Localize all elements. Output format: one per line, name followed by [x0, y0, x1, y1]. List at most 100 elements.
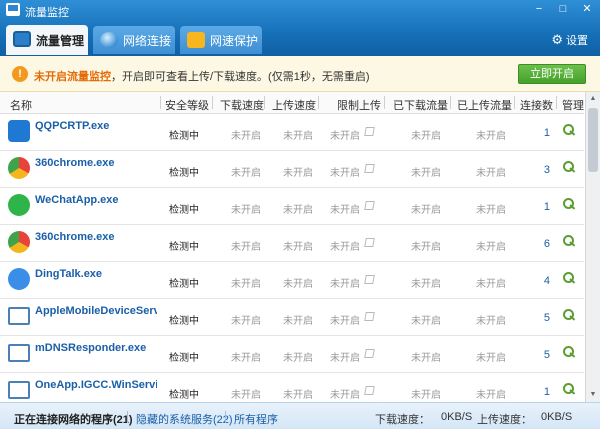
- security-level: 检测中: [169, 390, 199, 401]
- filter-all-programs[interactable]: 所有程序: [234, 411, 278, 427]
- edit-limit-icon[interactable]: [364, 201, 375, 210]
- edit-limit-icon[interactable]: [364, 386, 375, 395]
- column-manage[interactable]: 管理: [562, 97, 584, 113]
- column-upload-limit[interactable]: 限制上传: [337, 97, 381, 113]
- 360-chrome-icon: [8, 157, 30, 179]
- downloaded-traffic: 未开启: [411, 353, 441, 364]
- column-divider[interactable]: [556, 96, 557, 109]
- manage-key-icon[interactable]: [563, 272, 577, 286]
- edit-limit-icon[interactable]: [364, 238, 375, 247]
- scroll-down-arrow-icon[interactable]: ▼: [586, 388, 600, 402]
- column-connections[interactable]: 连接数: [520, 97, 553, 113]
- gear-icon: ⚙: [551, 32, 563, 47]
- column-uploaded[interactable]: 已上传流量: [457, 97, 512, 113]
- program-name: AppleMobileDeviceServi...: [35, 305, 157, 317]
- enable-now-button[interactable]: 立即开启: [518, 64, 586, 84]
- connection-count[interactable]: 1: [530, 386, 550, 398]
- column-upload-speed[interactable]: 上传速度: [272, 97, 316, 113]
- column-divider[interactable]: [160, 96, 161, 109]
- filter-connected-programs[interactable]: 正在连接网络的程序(21): [14, 411, 133, 427]
- column-divider[interactable]: [450, 96, 451, 109]
- edit-limit-icon[interactable]: [364, 349, 375, 358]
- manage-key-icon[interactable]: [563, 309, 577, 323]
- column-divider[interactable]: [264, 96, 265, 109]
- security-level: 检测中: [169, 316, 199, 327]
- column-name[interactable]: 名称: [10, 97, 32, 113]
- tab-traffic-management[interactable]: 流量管理: [6, 25, 88, 55]
- column-divider[interactable]: [384, 96, 385, 109]
- upload-speed: 未开启: [283, 316, 313, 327]
- table-row[interactable]: mDNSResponder.exe 检测中 未开启 未开启 未开启 未开启 未开…: [0, 336, 584, 373]
- connection-count[interactable]: 4: [530, 275, 550, 287]
- table-row[interactable]: AppleMobileDeviceServi... 检测中 未开启 未开启 未开…: [0, 299, 584, 336]
- upload-speed: 未开启: [283, 390, 313, 401]
- connection-count[interactable]: 3: [530, 164, 550, 176]
- program-name: 360chrome.exe: [35, 231, 115, 243]
- download-speed: 未开启: [231, 279, 261, 290]
- downloaded-traffic: 未开启: [411, 316, 441, 327]
- edit-limit-icon[interactable]: [364, 312, 375, 321]
- vertical-scrollbar[interactable]: ▲ ▼: [585, 92, 600, 402]
- uploaded-traffic: 未开启: [476, 131, 506, 142]
- connection-count[interactable]: 5: [530, 349, 550, 361]
- window-header: 流量监控 − □ ✕ 流量管理 网络连接 网速保护 ⚙ 设置: [0, 0, 600, 56]
- upload-limit: 未开启: [330, 131, 360, 142]
- manage-key-icon[interactable]: [563, 346, 577, 360]
- upload-limit: 未开启: [330, 390, 360, 401]
- service-window-icon: [8, 381, 30, 399]
- column-divider[interactable]: [514, 96, 515, 109]
- uploaded-traffic: 未开启: [476, 353, 506, 364]
- program-name: mDNSResponder.exe: [35, 342, 147, 354]
- settings-button[interactable]: ⚙ 设置: [551, 32, 588, 48]
- security-level: 检测中: [169, 279, 199, 290]
- upload-limit: 未开启: [330, 316, 360, 327]
- column-divider[interactable]: [212, 96, 213, 109]
- table-row[interactable]: WeChatApp.exe 检测中 未开启 未开启 未开启 未开启 未开启 1: [0, 188, 584, 225]
- manage-key-icon[interactable]: [563, 161, 577, 175]
- maximize-button[interactable]: □: [556, 2, 570, 16]
- manage-key-icon[interactable]: [563, 124, 577, 138]
- connection-count[interactable]: 1: [530, 201, 550, 213]
- column-divider[interactable]: [318, 96, 319, 109]
- table-row[interactable]: OneApp.IGCC.WinServic... 检测中 未开启 未开启 未开启…: [0, 373, 584, 402]
- download-speed-label: 下载速度：: [375, 414, 430, 426]
- tab-network-connections[interactable]: 网络连接: [93, 26, 175, 54]
- tab-speed-protection[interactable]: 网速保护: [180, 26, 262, 54]
- table-row[interactable]: QQPCRTP.exe 检测中 未开启 未开启 未开启 未开启 未开启 1: [0, 114, 584, 151]
- tab-label: 网络连接: [123, 33, 172, 48]
- notice-highlight: 未开启流量监控: [34, 71, 111, 83]
- table-row[interactable]: 360chrome.exe 检测中 未开启 未开启 未开启 未开启 未开启 6: [0, 225, 584, 262]
- table-row[interactable]: 360chrome.exe 检测中 未开启 未开启 未开启 未开启 未开启 3: [0, 151, 584, 188]
- close-button[interactable]: ✕: [580, 2, 594, 16]
- edit-limit-icon[interactable]: [364, 127, 375, 136]
- minimize-button[interactable]: −: [532, 2, 546, 16]
- program-name: OneApp.IGCC.WinServic...: [35, 379, 157, 391]
- upload-speed: 未开启: [283, 279, 313, 290]
- connection-count[interactable]: 1: [530, 127, 550, 139]
- manage-key-icon[interactable]: [563, 383, 577, 397]
- upload-limit: 未开启: [330, 205, 360, 216]
- speed-protect-icon: [187, 32, 205, 48]
- title-bar[interactable]: 流量监控 − □ ✕: [0, 0, 600, 20]
- filter-hidden-services[interactable]: 隐藏的系统服务(22): [136, 411, 233, 427]
- tab-label: 网速保护: [210, 33, 259, 48]
- column-security[interactable]: 安全等级: [165, 97, 209, 113]
- column-downloaded[interactable]: 已下载流量: [393, 97, 448, 113]
- scroll-up-arrow-icon[interactable]: ▲: [586, 92, 600, 106]
- table-row[interactable]: DingTalk.exe 检测中 未开启 未开启 未开启 未开启 未开启 4: [0, 262, 584, 299]
- security-level: 检测中: [169, 242, 199, 253]
- column-download-speed[interactable]: 下载速度: [220, 97, 264, 113]
- manage-key-icon[interactable]: [563, 198, 577, 212]
- notice-text: 未开启流量监控，开启即可查看上传/下载速度。(仅需1秒，无需重启): [34, 68, 370, 84]
- status-bar: 正在连接网络的程序(21) 隐藏的系统服务(22) 所有程序 下载速度： 0KB…: [0, 402, 600, 429]
- connection-count[interactable]: 6: [530, 238, 550, 250]
- connection-count[interactable]: 5: [530, 312, 550, 324]
- 360-chrome-icon: [8, 231, 30, 253]
- scroll-thumb[interactable]: [588, 108, 598, 172]
- qq-pc-manager-icon: [8, 120, 30, 142]
- program-name: WeChatApp.exe: [35, 194, 119, 206]
- edit-limit-icon[interactable]: [364, 164, 375, 173]
- edit-limit-icon[interactable]: [364, 275, 375, 284]
- manage-key-icon[interactable]: [563, 235, 577, 249]
- app-monitor-icon: [6, 3, 20, 16]
